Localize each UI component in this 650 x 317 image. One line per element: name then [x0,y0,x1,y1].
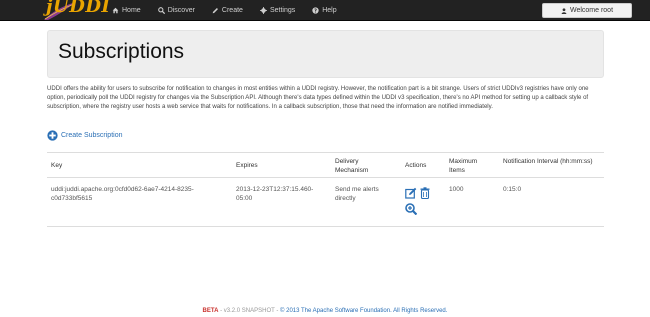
pencil-icon [212,8,218,14]
cell-max-items: 1000 [449,186,464,193]
user-icon [561,7,567,14]
plus-circle-icon [47,130,58,141]
top-navbar: jUDDI Home Discover Create Settings ? He… [0,0,650,21]
user-menu-label: Welcome root [569,7,614,14]
cell-delivery: Send me alerts directly [335,186,379,202]
header-actions: Actions [405,162,427,169]
header-key: Key [51,162,63,169]
cell-expires: 2013-12-23T12:37:15.460-05:00 [236,186,314,202]
search-icon [157,7,165,14]
row-actions [405,184,437,218]
nav-help-label: Help [322,7,337,14]
svg-text:?: ? [314,9,317,14]
juddi-logo[interactable]: jUDDI [42,0,110,21]
cell-key: uddi:juddi.apache.org:0cfd0d62-6ae7-4214… [51,186,194,202]
header-delivery: Delivery Mechanism [335,158,369,174]
table-header: Key Expires Delivery Mechanism Actions M… [47,152,604,178]
nav-home[interactable]: Home [112,0,141,21]
beta-label: BETA [202,308,219,314]
nav-create-label: Create [221,7,243,14]
main-nav: Home Discover Create Settings ? Help [112,0,354,21]
create-subscription-label: Create Subscription [61,132,123,139]
copyright-link[interactable]: © 2013 The Apache Software Foundation. A… [280,308,447,314]
page-title: Subscriptions [58,40,185,63]
page-header: Subscriptions [47,30,604,78]
cell-interval: 0:15:0 [503,186,522,193]
edit-icon[interactable] [405,187,417,199]
question-icon: ? [312,7,319,14]
gear-icon [260,7,267,14]
zoom-in-icon[interactable] [405,203,417,215]
nav-home-label: Home [122,7,141,14]
page-footer: BETA - v3.2.0 SNAPSHOT - © 2013 The Apac… [0,308,650,314]
header-interval: Notification Interval (hh:mm:ss) [503,158,593,165]
version-label: - v3.2.0 SNAPSHOT - [218,308,281,314]
home-icon [112,7,119,14]
nav-discover-label: Discover [167,7,195,14]
brand-name: jUDDI [46,0,111,17]
header-max-items: Maximum Items [449,158,478,174]
nav-create[interactable]: Create [212,0,243,21]
user-menu-button[interactable]: Welcome root [542,3,632,18]
nav-settings[interactable]: Settings [260,0,295,21]
table-row: uddi:juddi.apache.org:0cfd0d62-6ae7-4214… [47,179,604,227]
create-subscription-link[interactable]: Create Subscription [47,130,122,141]
intro-text: UDDI offers the ability for users to sub… [47,86,589,110]
nav-settings-label: Settings [269,7,296,14]
nav-help[interactable]: ? Help [312,0,337,21]
header-expires: Expires [236,162,258,169]
trash-icon[interactable] [419,187,431,199]
nav-discover[interactable]: Discover [157,0,195,21]
